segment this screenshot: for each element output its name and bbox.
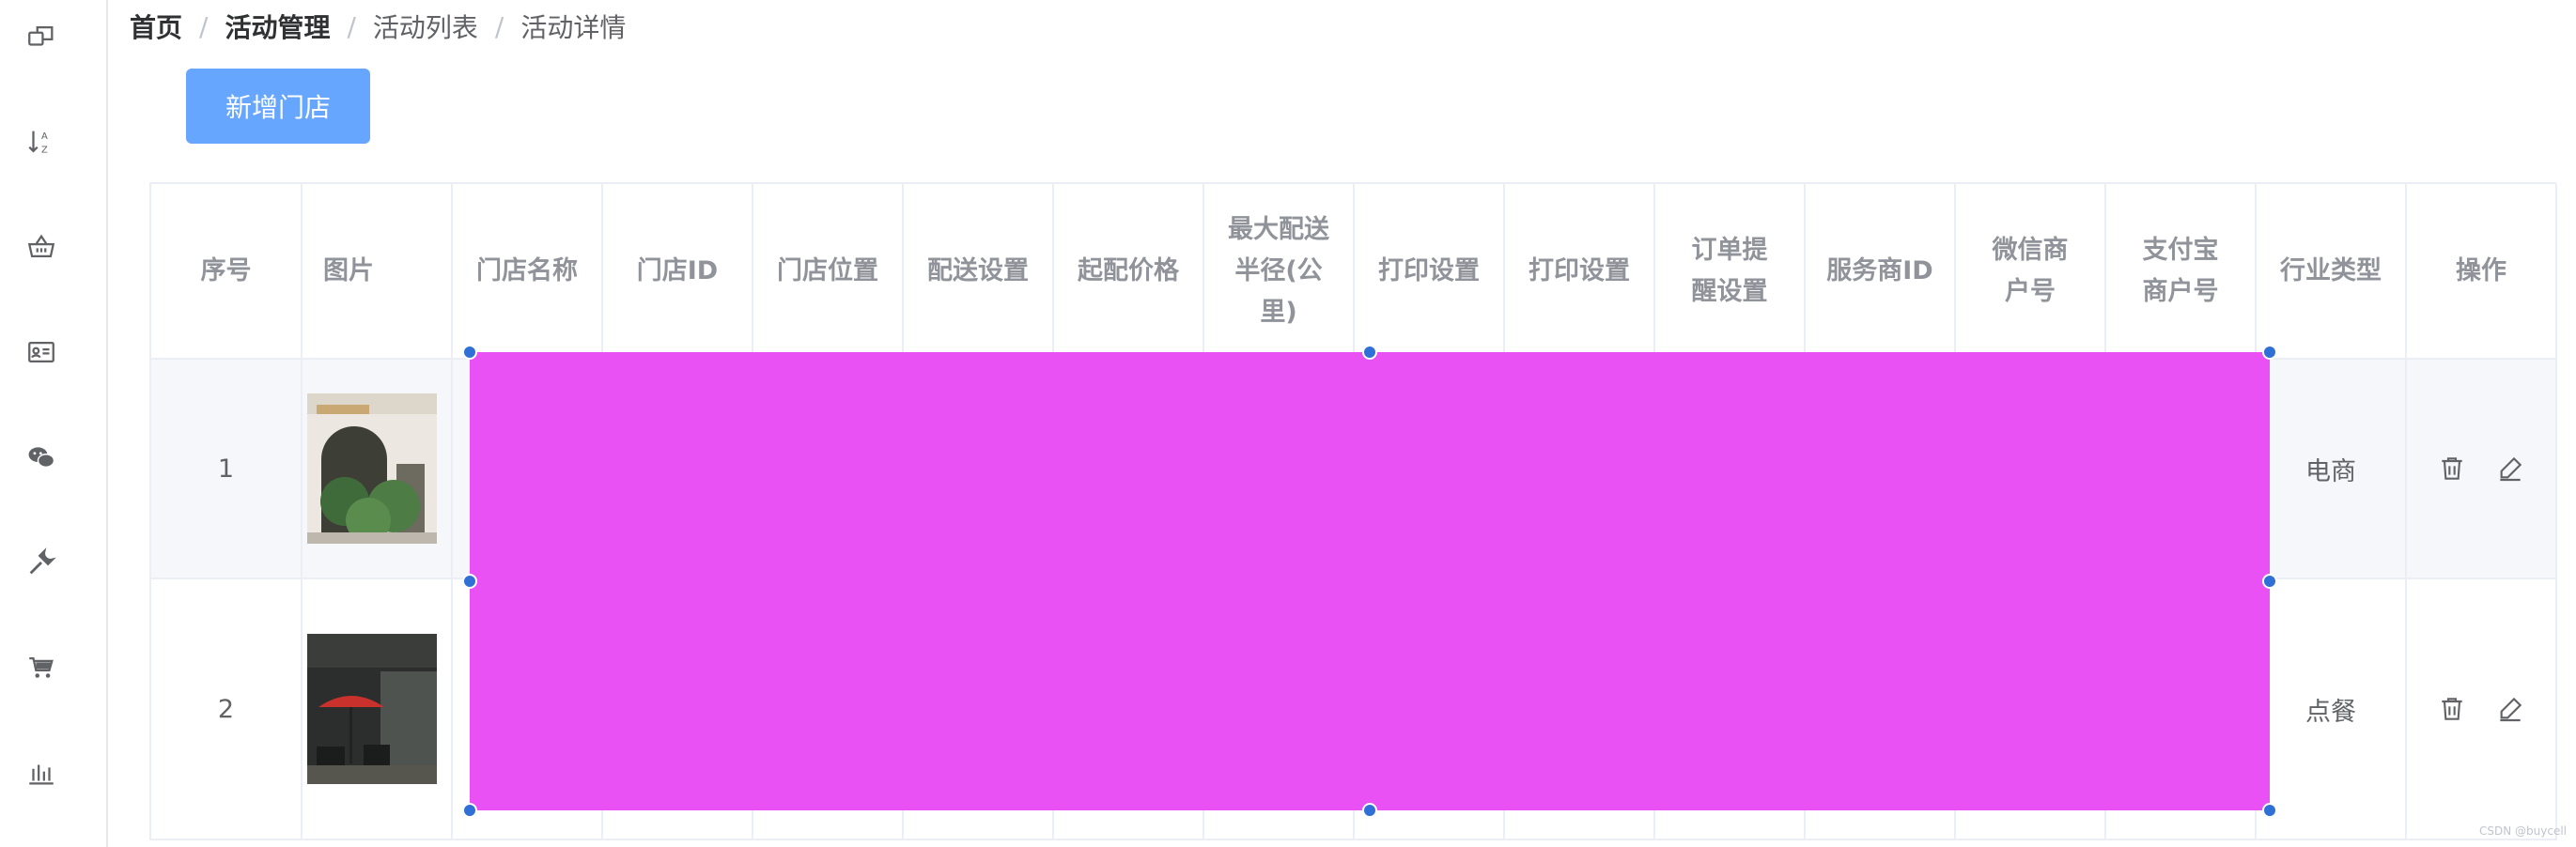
sidebar: AZ <box>0 0 108 847</box>
header-cell-order-reminder: 订单提醒设置 <box>1654 184 1806 360</box>
table-header-row: 序号 图片 门店名称 门店ID 门店位置 配送设置 起配价格 最大配送半径(公里… <box>151 184 2557 360</box>
bar-chart-icon[interactable] <box>19 750 64 795</box>
resize-handle[interactable] <box>1362 345 1377 360</box>
delete-icon[interactable] <box>2437 454 2467 484</box>
row-index: 1 <box>151 359 303 579</box>
sort-az-icon[interactable]: AZ <box>19 119 64 164</box>
header-cell-max-radius: 最大配送半径(公里) <box>1203 184 1355 360</box>
header-cell-actions: 操作 <box>2406 184 2557 360</box>
add-store-button[interactable]: 新增门店 <box>186 69 370 144</box>
edit-icon[interactable] <box>2495 694 2525 724</box>
edit-icon[interactable] <box>2495 454 2525 484</box>
cart-icon[interactable] <box>19 645 64 690</box>
header-cell-store-location: 门店位置 <box>753 184 904 360</box>
header-cell-delivery-settings: 配送设置 <box>903 184 1054 360</box>
delete-icon[interactable] <box>2437 694 2467 724</box>
wechat-icon[interactable] <box>19 435 64 480</box>
header-cell-print-settings-2: 打印设置 <box>1504 184 1655 360</box>
header-cell-industry: 行业类型 <box>2256 184 2407 360</box>
store-photo <box>307 634 437 784</box>
header-cell-provider-id: 服务商ID <box>1805 184 1956 360</box>
industry-cell: 点餐 <box>2256 578 2407 840</box>
actions-cell <box>2406 359 2557 579</box>
resize-handle[interactable] <box>2262 345 2277 360</box>
header-cell-image: 图片 <box>302 184 453 360</box>
store-image-cell <box>302 359 453 579</box>
id-card-icon[interactable] <box>19 330 64 375</box>
store-photo <box>307 393 437 544</box>
header-cell-print-settings: 打印设置 <box>1354 184 1505 360</box>
resize-handle[interactable] <box>2262 574 2277 589</box>
resize-handle[interactable] <box>462 345 477 360</box>
basket-icon[interactable] <box>19 224 64 270</box>
industry-cell: 电商 <box>2256 359 2407 579</box>
header-cell-index: 序号 <box>151 184 303 360</box>
resize-handle[interactable] <box>462 803 477 818</box>
header-cell-alipay-merchant: 支付宝商户号 <box>2105 184 2257 360</box>
breadcrumb-current: 活动详情 <box>520 12 627 43</box>
header-cell-store-name: 门店名称 <box>452 184 603 360</box>
breadcrumb: 首页 / 活动管理 / 活动列表 / 活动详情 <box>130 6 626 47</box>
window-copy-icon[interactable] <box>19 14 64 59</box>
header-cell-min-price: 起配价格 <box>1053 184 1204 360</box>
header-cell-store-id: 门店ID <box>602 184 753 360</box>
breadcrumb-section[interactable]: 活动管理 <box>225 8 330 45</box>
svg-text:A: A <box>41 131 48 142</box>
resize-handle[interactable] <box>1362 803 1377 818</box>
resize-handle[interactable] <box>462 574 477 589</box>
watermark: CSDN @buycell <box>2479 824 2567 838</box>
redaction-overlay <box>462 345 2277 818</box>
breadcrumb-separator: / <box>494 10 504 42</box>
svg-text:Z: Z <box>41 145 48 155</box>
breadcrumb-separator: / <box>347 10 356 42</box>
actions-cell <box>2406 578 2557 840</box>
store-image-cell <box>302 578 453 840</box>
breadcrumb-separator: / <box>199 10 209 42</box>
breadcrumb-list[interactable]: 活动列表 <box>373 8 478 45</box>
wrench-icon[interactable] <box>19 540 64 585</box>
row-index: 2 <box>151 578 303 840</box>
breadcrumb-home[interactable]: 首页 <box>130 8 182 45</box>
resize-handle[interactable] <box>2262 803 2277 818</box>
header-cell-wechat-merchant: 微信商户号 <box>1955 184 2106 360</box>
